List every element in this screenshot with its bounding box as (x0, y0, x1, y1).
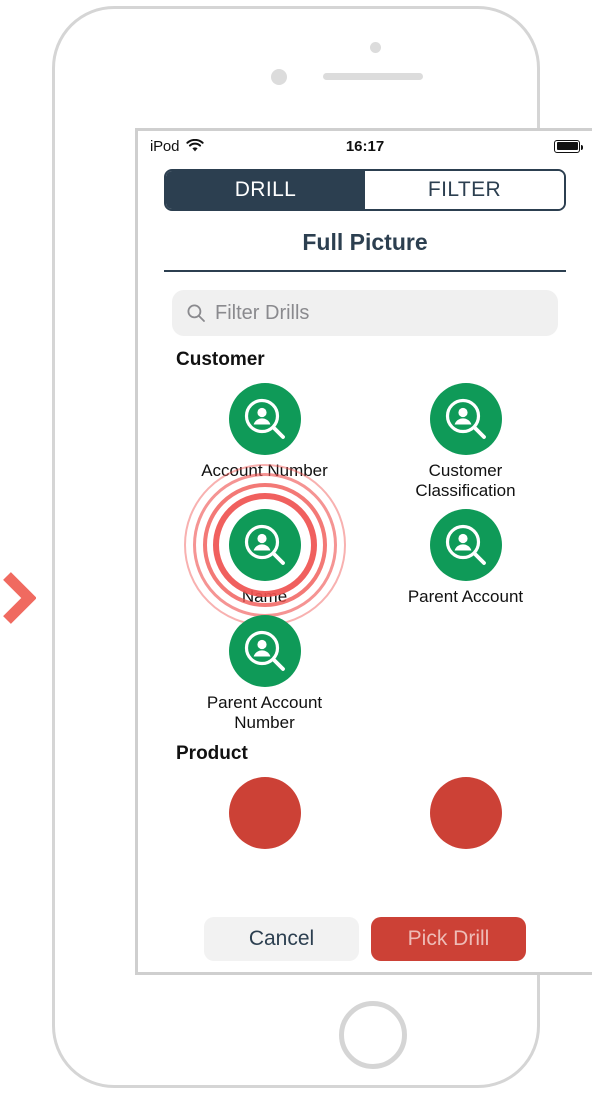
pick-drill-button[interactable]: Pick Drill (371, 917, 526, 961)
search-input[interactable]: Filter Drills (172, 290, 558, 336)
product-icon (429, 777, 502, 849)
battery-full-icon (554, 139, 583, 153)
section-header-customer: Customer (176, 349, 265, 370)
person-search-icon (429, 383, 502, 455)
person-search-icon (228, 509, 301, 581)
person-search-icon (429, 509, 502, 581)
drill-item-label-line1: Customer (428, 461, 503, 480)
product-icon (228, 777, 301, 849)
chevron-right-icon (3, 572, 36, 624)
drill-item-product-1[interactable] (164, 769, 365, 849)
title-divider (164, 270, 566, 272)
drill-item-label-line2: Number (234, 713, 295, 732)
drill-item-label: Parent Account Number (207, 693, 322, 733)
drill-icon-slot (228, 777, 301, 849)
carrier-label: iPod (150, 137, 180, 155)
drill-item-label: Name (241, 587, 288, 606)
drill-item-name[interactable]: Name (164, 464, 365, 626)
drill-icon-slot (429, 383, 502, 455)
person-search-icon (228, 615, 301, 687)
front-camera-icon (271, 69, 287, 85)
person-search-icon (228, 383, 301, 455)
drill-list[interactable]: Customer Account Number Customer Classif… (138, 339, 592, 972)
search-icon (187, 304, 205, 322)
drill-icon-slot (429, 509, 502, 581)
drill-item-product-2[interactable] (365, 769, 566, 849)
tab-filter[interactable]: FILTER (365, 171, 564, 209)
customer-drill-grid: Account Number Customer Classification N… (138, 375, 592, 733)
section-header-product: Product (176, 743, 248, 764)
proximity-sensor-icon (370, 42, 381, 53)
product-drill-grid (138, 769, 592, 849)
drill-item-account-number[interactable]: Account Number (164, 375, 365, 501)
cancel-button[interactable]: Cancel (204, 917, 359, 961)
segmented-control[interactable]: DRILL FILTER (164, 169, 566, 211)
drill-icon-slot (228, 615, 301, 687)
drill-item-customer-classification[interactable]: Customer Classification (365, 375, 566, 501)
tab-drill[interactable]: DRILL (166, 171, 365, 209)
wifi-icon (186, 139, 204, 152)
drill-item-parent-account-number[interactable]: Parent Account Number (164, 607, 365, 733)
drill-item-parent-account[interactable]: Parent Account (365, 501, 566, 607)
drill-item-label: Account Number (201, 461, 328, 480)
search-placeholder: Filter Drills (215, 301, 310, 324)
phone-device-frame: iPod 16:17 DRILL FILTER Full Picture Fil… (52, 6, 592, 1088)
page-title: Full Picture (302, 229, 428, 255)
status-bar: iPod 16:17 (138, 131, 592, 161)
drill-item-label-line2: Classification (415, 481, 516, 500)
earpiece-speaker (323, 73, 423, 80)
drill-icon-slot (228, 383, 301, 455)
status-bar-right (365, 139, 583, 153)
grid-spacer (365, 607, 566, 733)
drill-item-label-line1: Parent Account (206, 693, 323, 712)
device-screen: iPod 16:17 DRILL FILTER Full Picture Fil… (135, 128, 592, 975)
drill-item-label: Parent Account (407, 587, 524, 606)
footer-actions: Cancel Pick Drill (138, 906, 592, 972)
drill-icon-slot (429, 777, 502, 849)
home-button[interactable] (339, 1001, 407, 1069)
drill-icon-slot (183, 464, 346, 626)
drill-item-label: Customer Classification (415, 461, 515, 501)
status-bar-left: iPod (150, 138, 365, 155)
